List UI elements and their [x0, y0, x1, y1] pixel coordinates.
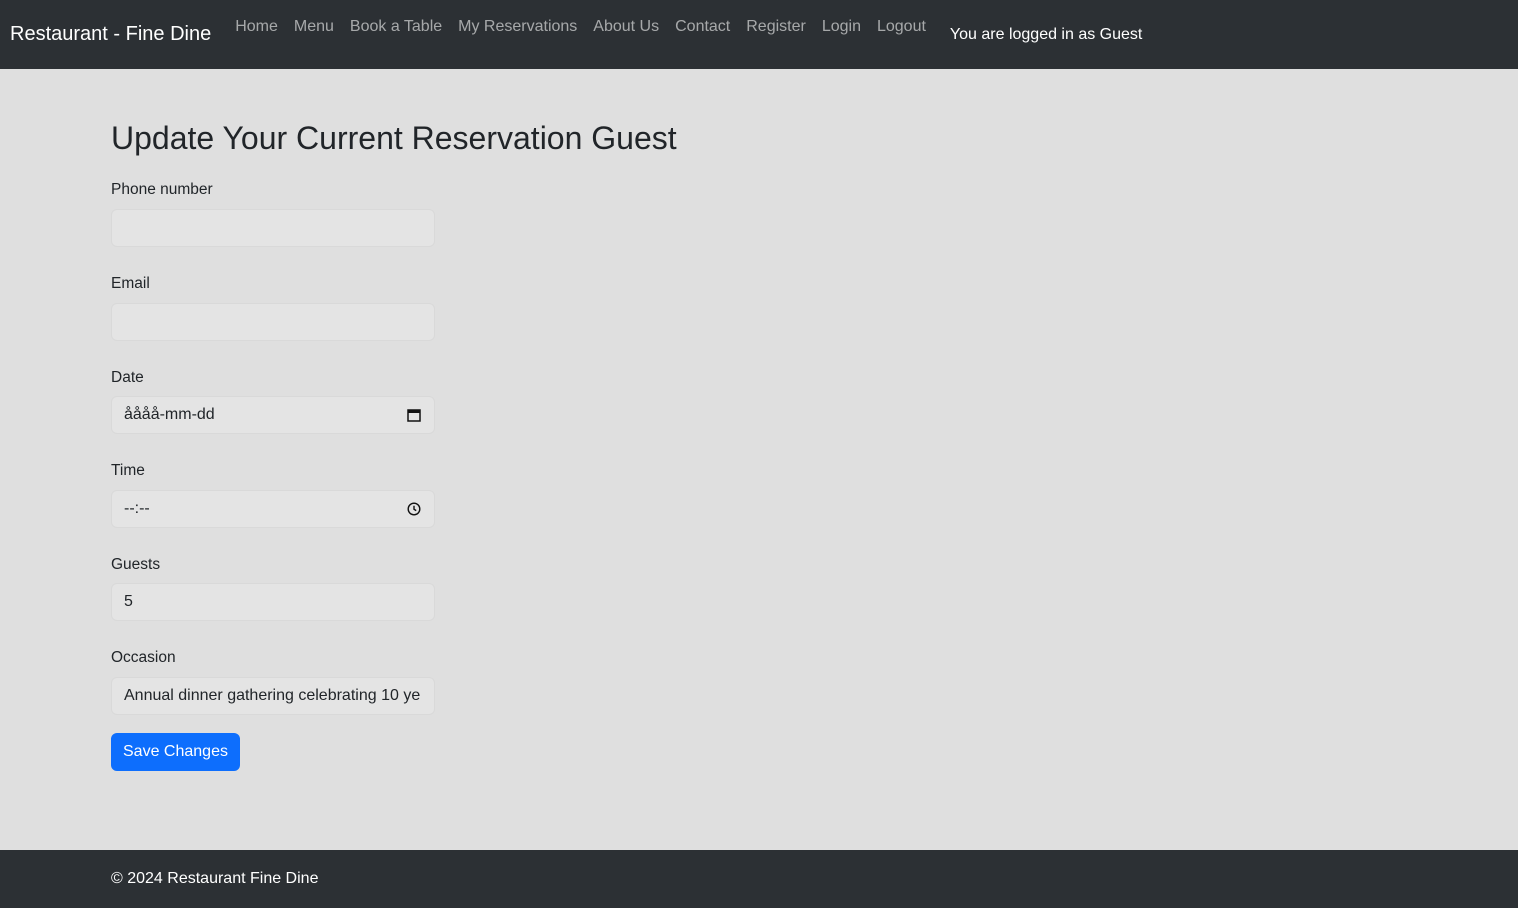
date-input[interactable]: åååå-mm-dd — [111, 396, 435, 435]
phone-input[interactable] — [111, 208, 435, 247]
time-value: --:-- — [124, 499, 150, 517]
footer-copyright: © 2024 Restaurant Fine Dine — [111, 870, 319, 887]
email-group: Email — [111, 275, 1407, 341]
guests-label: Guests — [111, 555, 161, 573]
date-value: åååå-mm-dd — [124, 406, 215, 424]
brand-link[interactable]: Restaurant - Fine Dine — [10, 23, 211, 46]
occasion-label: Occasion — [111, 649, 176, 667]
nav-link-login[interactable]: Login — [814, 18, 869, 35]
occasion-value: Annual dinner gathering celebrating 10 y… — [124, 686, 421, 704]
footer: © 2024 Restaurant Fine Dine — [0, 850, 1518, 908]
email-input[interactable] — [111, 302, 435, 341]
phone-group: Phone number — [111, 181, 1407, 247]
time-input[interactable]: --:-- — [111, 489, 435, 528]
clock-icon[interactable] — [406, 501, 422, 517]
email-label: Email — [111, 274, 150, 292]
page-title: Update Your Current Reservation Guest — [111, 120, 677, 156]
reservation-form: Phone number Email Date åååå-mm-dd Time … — [111, 181, 1407, 771]
time-label: Time — [111, 462, 145, 480]
date-group: Date åååå-mm-dd — [111, 369, 1407, 435]
occasion-input[interactable]: Annual dinner gathering celebrating 10 y… — [111, 676, 435, 715]
time-group: Time --:-- — [111, 462, 1407, 528]
nav-link-logout[interactable]: Logout — [869, 18, 934, 35]
nav-link-my-reservations[interactable]: My Reservations — [450, 18, 585, 35]
nav-link-home[interactable]: Home — [227, 18, 286, 35]
nav-link-menu[interactable]: Menu — [286, 18, 342, 35]
login-status: You are logged in as Guest — [949, 25, 1143, 43]
nav-link-about-us[interactable]: About Us — [585, 18, 667, 35]
save-changes-button[interactable]: Save Changes — [111, 732, 240, 771]
guests-input[interactable]: 5 — [111, 583, 435, 622]
nav-link-register[interactable]: Register — [738, 18, 814, 35]
nav-link-book-a-table[interactable]: Book a Table — [342, 18, 450, 35]
top-navbar: Restaurant - Fine Dine Home Menu Book a … — [0, 0, 1518, 69]
phone-label: Phone number — [111, 181, 213, 199]
occasion-group: Occasion Annual dinner gathering celebra… — [111, 649, 1407, 715]
main-content: Update Your Current Reservation Guest Ph… — [111, 69, 1407, 771]
calendar-icon[interactable] — [406, 407, 422, 423]
guests-group: Guests 5 — [111, 556, 1407, 622]
date-label: Date — [111, 368, 144, 386]
guests-value: 5 — [124, 593, 133, 611]
nav-links: Home Menu Book a Table My Reservations A… — [227, 18, 934, 36]
nav-link-contact[interactable]: Contact — [667, 18, 738, 35]
